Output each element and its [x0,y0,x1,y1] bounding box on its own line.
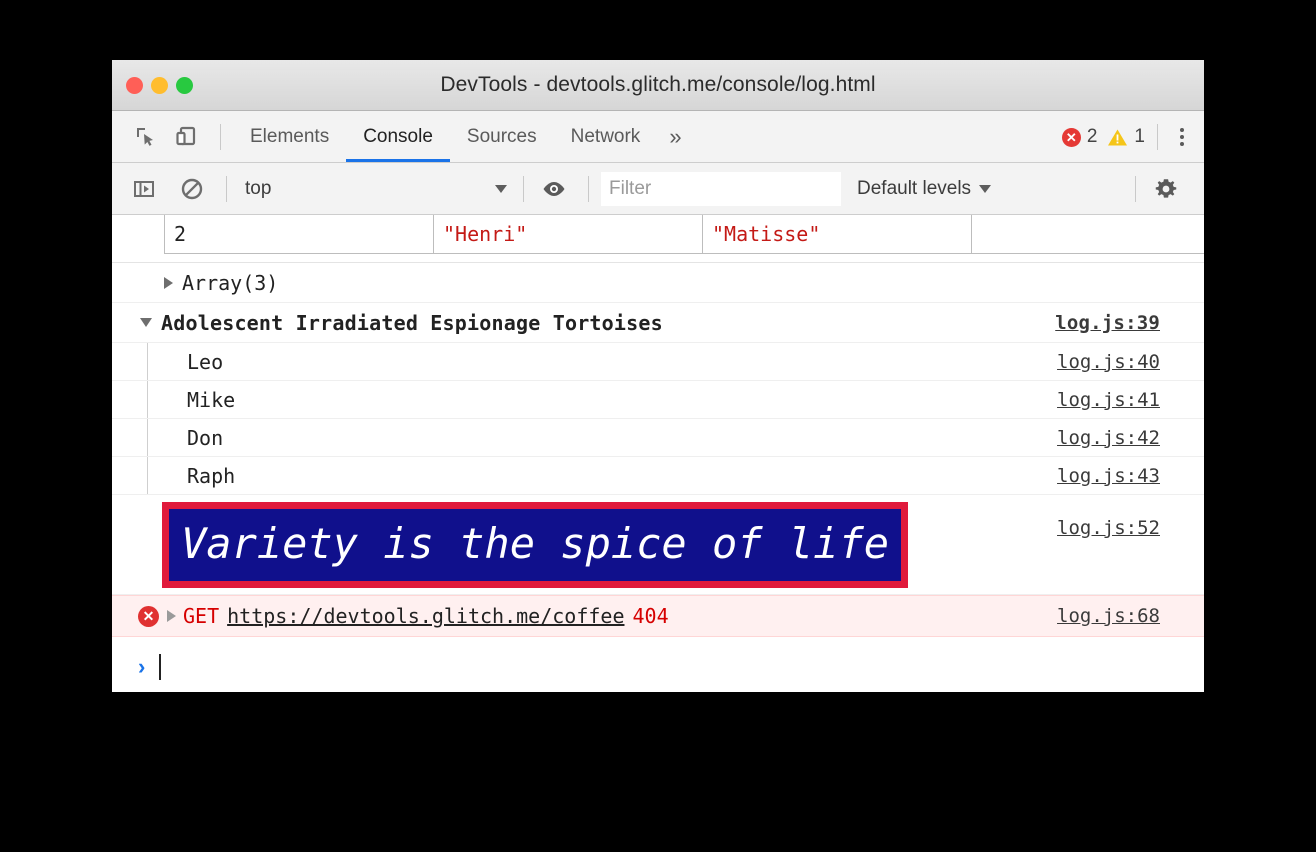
filter-input[interactable] [601,172,841,206]
error-warning-counts[interactable]: ✕ 2 1 [1062,126,1145,148]
table-cell-last: "Matisse" [703,215,972,254]
console-group-item: Raph log.js:43 [112,457,1204,495]
error-url[interactable]: https://devtools.glitch.me/coffee [227,604,624,628]
source-link[interactable]: log.js:52 [1057,517,1160,539]
text-cursor [159,654,161,680]
console-error-message[interactable]: ✕ GET https://devtools.glitch.me/coffee … [112,595,1204,637]
styled-message-box: Variety is the spice of life [162,502,908,588]
execution-context-label: top [245,178,271,200]
tab-network-label: Network [571,126,641,148]
devtools-tabbar: Elements Console Sources Network » ✕ 2 [112,111,1204,163]
source-link[interactable]: log.js:68 [1057,605,1160,627]
tab-console[interactable]: Console [346,111,450,162]
array-label: Array(3) [182,271,278,295]
traffic-lights [126,60,193,110]
console-group-body: Leo log.js:40 Mike log.js:41 Don log.js:… [112,343,1204,495]
tab-sources[interactable]: Sources [450,111,554,162]
console-group-item-label: Mike [187,388,235,412]
log-levels-label: Default levels [857,178,971,200]
console-table: 2 "Henri" "Matisse" [164,215,1204,254]
console-message-list[interactable]: 2 "Henri" "Matisse" Array(3) Adolescent … [112,215,1204,692]
tab-console-label: Console [363,126,433,148]
error-text: GET https://devtools.glitch.me/coffee 40… [183,604,669,628]
gear-icon[interactable] [1148,171,1184,207]
error-circle-icon: ✕ [1062,128,1081,147]
maximize-button[interactable] [176,77,193,94]
table-cell-blank [972,215,1205,254]
source-link[interactable]: log.js:39 [1055,312,1160,334]
error-method: GET [183,604,219,628]
console-table-message: 2 "Henri" "Matisse" [112,215,1204,263]
tab-sources-label: Sources [467,126,537,148]
devtools-tabs: Elements Console Sources Network » [233,111,694,162]
console-toolbar: top Default levels [112,163,1204,215]
console-toolbar-divider-2 [523,176,524,202]
console-toolbar-divider-3 [588,176,589,202]
error-status: 404 [632,604,668,628]
tabbar-divider [220,124,221,150]
console-group-item-label: Don [187,426,223,450]
inspect-element-icon[interactable] [128,119,164,155]
console-sidebar-icon[interactable] [126,171,162,207]
source-link[interactable]: log.js:41 [1057,389,1160,411]
device-toolbar-icon[interactable] [168,119,204,155]
table-row: 2 "Henri" "Matisse" [165,215,1205,254]
styled-message-text: Variety is the spice of life [181,519,889,568]
tab-network[interactable]: Network [554,111,658,162]
source-link[interactable]: log.js:42 [1057,427,1160,449]
warning-triangle-icon [1107,128,1128,147]
chevron-down-icon [979,185,991,193]
disclosure-triangle-collapsed-icon[interactable] [164,277,173,289]
minimize-button[interactable] [151,77,168,94]
tab-elements-label: Elements [250,126,329,148]
close-button[interactable] [126,77,143,94]
disclosure-triangle-collapsed-icon[interactable] [167,610,176,622]
counts-divider [1157,124,1158,150]
disclosure-triangle-expanded-icon[interactable] [140,318,152,327]
source-link[interactable]: log.js:40 [1057,351,1160,373]
chevron-down-icon [495,185,507,193]
prompt-chevron-icon: › [138,656,145,678]
console-prompt-row[interactable]: › [112,637,1204,692]
log-levels-selector[interactable]: Default levels [857,178,991,200]
more-tabs-button[interactable]: » [657,111,693,162]
tabbar-right-controls: ✕ 2 1 [1062,111,1194,163]
warning-count: 1 [1134,126,1145,148]
console-styled-message: Variety is the spice of life log.js:52 [112,495,1204,595]
console-group-item: Mike log.js:41 [112,381,1204,419]
execution-context-selector[interactable]: top [239,178,511,200]
console-group-title: Adolescent Irradiated Espionage Tortoise… [161,311,663,335]
more-tabs-label: » [669,124,681,150]
table-cell-index: 2 [165,215,434,254]
settings-area [1123,171,1188,207]
window-title: DevTools - devtools.glitch.me/console/lo… [112,73,1204,97]
eye-icon[interactable] [536,171,572,207]
console-group-header[interactable]: Adolescent Irradiated Espionage Tortoise… [112,303,1204,343]
kebab-menu-icon[interactable] [1170,122,1194,152]
console-toolbar-divider-1 [226,176,227,202]
console-group-item: Leo log.js:40 [112,343,1204,381]
window-titlebar: DevTools - devtools.glitch.me/console/lo… [112,60,1204,111]
console-array-message[interactable]: Array(3) [112,263,1204,303]
error-count: 2 [1087,126,1098,148]
console-group-item-label: Raph [187,464,235,488]
devtools-window: DevTools - devtools.glitch.me/console/lo… [112,60,1204,692]
source-link[interactable]: log.js:43 [1057,465,1160,487]
console-group-item-label: Leo [187,350,223,374]
table-cell-first: "Henri" [434,215,703,254]
clear-console-icon[interactable] [174,171,210,207]
console-toolbar-divider-4 [1135,176,1136,202]
error-circle-icon: ✕ [138,606,159,627]
console-group-item: Don log.js:42 [112,419,1204,457]
tab-elements[interactable]: Elements [233,111,346,162]
